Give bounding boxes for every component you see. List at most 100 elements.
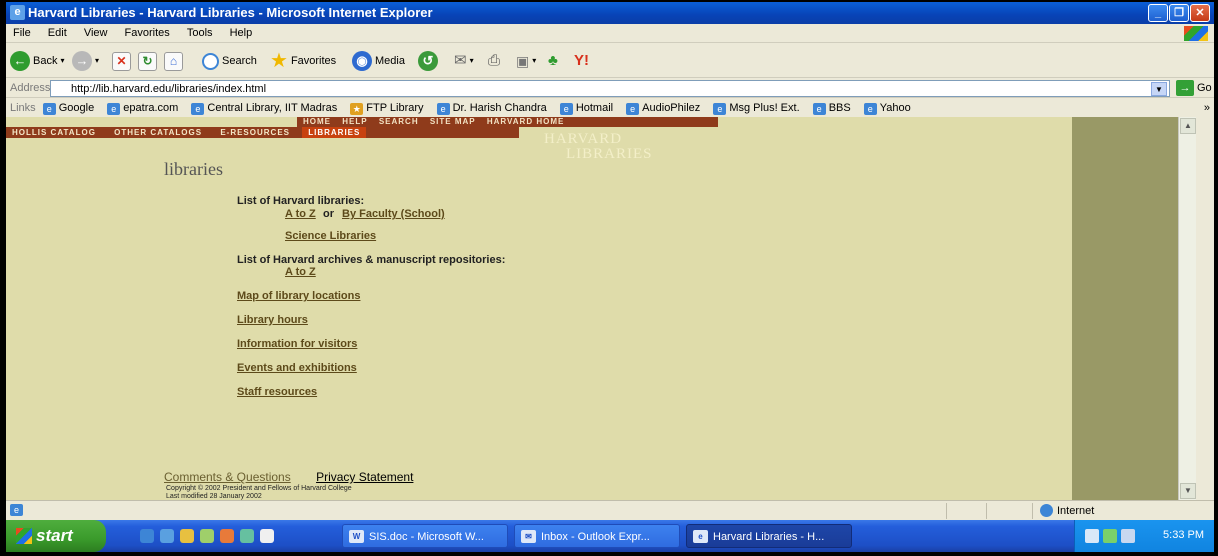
task-ie[interactable]: e Harvard Libraries - H... (686, 524, 852, 548)
archives-a-to-z-link[interactable]: A to Z (285, 266, 316, 278)
comments-link[interactable]: Comments & Questions (164, 470, 291, 484)
tray-network-icon[interactable] (1085, 529, 1099, 543)
close-button[interactable]: ✕ (1190, 4, 1210, 22)
quicklaunch-messenger-icon[interactable] (240, 529, 254, 543)
link-bbs[interactable]: e BBS (812, 99, 851, 117)
address-input[interactable] (50, 80, 1170, 97)
page-title: libraries (164, 159, 223, 179)
edit-button[interactable]: ▣ ▾ (516, 50, 536, 72)
scroll-up-icon[interactable]: ▲ (1180, 118, 1196, 134)
link-hotmail[interactable]: e Hotmail (559, 99, 613, 117)
scroll-down-icon[interactable]: ▼ (1180, 483, 1196, 499)
task-word[interactable]: W SIS.doc - Microsoft W... (342, 524, 508, 548)
tab-libraries[interactable]: LIBRARIES (302, 127, 367, 138)
address-dropdown-icon[interactable]: ▼ (1151, 82, 1167, 96)
security-zone: Internet (1040, 504, 1094, 517)
quicklaunch-acrobat-icon[interactable] (260, 529, 274, 543)
library-hours-link[interactable]: Library hours (237, 314, 308, 326)
link-audiophilez[interactable]: e AudioPhilez (626, 99, 700, 117)
menu-edit[interactable]: Edit (41, 24, 74, 43)
tab-hollis-catalog[interactable]: HOLLIS CATALOG (6, 127, 102, 138)
minimize-button[interactable]: _ (1148, 4, 1168, 22)
yahoo-messenger-button[interactable]: Y! (574, 50, 589, 72)
page-status-icon: e (10, 504, 23, 516)
menu-file[interactable]: File (6, 24, 38, 43)
more-links-button[interactable]: » (1204, 99, 1210, 117)
nav-help[interactable]: HELP (342, 117, 367, 127)
search-icon (202, 52, 219, 70)
link-epatra[interactable]: e epatra.com (107, 99, 178, 117)
link-ftp-library[interactable]: ★ FTP Library (350, 99, 424, 117)
last-modified-text: Last modified 28 January 2002 (166, 493, 262, 500)
quicklaunch-ie-icon[interactable] (140, 529, 154, 543)
tab-e-resources[interactable]: E-RESOURCES (214, 127, 296, 138)
globe-icon (1040, 504, 1053, 517)
maximize-button[interactable]: ❐ (1169, 4, 1189, 22)
start-button[interactable]: start (6, 520, 106, 552)
events-link[interactable]: Events and exhibitions (237, 362, 357, 374)
ie-link-icon: e (812, 103, 826, 115)
menu-view[interactable]: View (77, 24, 115, 43)
ie-link-icon: e (713, 103, 727, 115)
menu-tools[interactable]: Tools (180, 24, 220, 43)
tray-display-icon[interactable] (1121, 529, 1135, 543)
map-link[interactable]: Map of library locations (237, 290, 360, 302)
tray-messenger-icon[interactable] (1103, 529, 1117, 543)
menu-favorites[interactable]: Favorites (118, 24, 177, 43)
link-yahoo[interactable]: e Yahoo (863, 99, 911, 117)
privacy-link[interactable]: Privacy Statement (316, 470, 413, 484)
quicklaunch-outlook-icon[interactable] (160, 529, 174, 543)
ie-task-icon: e (693, 530, 708, 543)
quicklaunch-folder-icon[interactable] (180, 529, 194, 543)
edit-icon: ▣ (516, 53, 530, 69)
by-faculty-link[interactable]: By Faculty (School) (342, 208, 445, 220)
go-arrow-icon: → (1176, 80, 1194, 96)
window-title: Harvard Libraries - Harvard Libraries - … (28, 5, 433, 20)
search-button[interactable]: Search (202, 50, 257, 72)
nav-site-map[interactable]: SITE MAP (430, 117, 476, 127)
menu-help[interactable]: Help (223, 24, 260, 43)
staff-resources-link[interactable]: Staff resources (237, 386, 317, 398)
outlook-icon: ✉ (521, 530, 536, 543)
top-nav: HOME HELP SEARCH SITE MAP HARVARD HOME (297, 117, 718, 127)
visitors-info-link[interactable]: Information for visitors (237, 338, 357, 350)
history-icon: ↺ (418, 51, 438, 71)
copyright-text: Copyright © 2002 President and Fellows o… (166, 485, 352, 492)
science-libraries-link[interactable]: Science Libraries (285, 230, 376, 242)
nav-harvard-home[interactable]: HARVARD HOME (487, 117, 564, 127)
stop-icon: ✕ (112, 51, 131, 71)
back-button[interactable]: ← Back ▾ (10, 50, 64, 72)
print-button[interactable]: ⎙ (488, 50, 500, 72)
link-google[interactable]: e Google (42, 99, 94, 117)
tab-other-catalogs[interactable]: OTHER CATALOGS (108, 127, 208, 138)
nav-search[interactable]: SEARCH (379, 117, 419, 127)
stop-button[interactable]: ✕ (112, 50, 131, 72)
favorites-button[interactable]: ★ Favorites (270, 50, 336, 72)
libraries-a-to-z-link[interactable]: A to Z (285, 208, 316, 220)
link-central-library[interactable]: e Central Library, IIT Madras (191, 99, 337, 117)
footer-links: Comments & Questions Privacy Statement (164, 470, 413, 484)
history-button[interactable]: ↺ (418, 50, 438, 72)
mail-button[interactable]: ✉ ▾ (454, 50, 474, 72)
media-button[interactable]: ◉ Media (352, 50, 405, 72)
ie-app-icon: e (10, 5, 25, 20)
home-icon: ⌂ (164, 51, 183, 71)
links-label: Links (10, 102, 36, 114)
forward-button[interactable]: → ▾ (72, 50, 99, 72)
task-outlook[interactable]: ✉ Inbox - Outlook Expr... (514, 524, 680, 548)
address-label: Address (10, 82, 51, 94)
refresh-button[interactable]: ↻ (138, 50, 157, 72)
vertical-scrollbar[interactable]: ▲ ▼ (1178, 117, 1196, 500)
nav-home[interactable]: HOME (303, 117, 331, 127)
home-button[interactable]: ⌂ (164, 50, 183, 72)
link-harish-chandra[interactable]: e Dr. Harish Chandra (436, 99, 547, 117)
title-bar[interactable]: e Harvard Libraries - Harvard Libraries … (6, 2, 1214, 24)
link-msg-plus[interactable]: e Msg Plus! Ext. (713, 99, 800, 117)
quicklaunch-media-icon[interactable] (220, 529, 234, 543)
go-button[interactable]: → Go (1176, 80, 1212, 96)
mail-icon: ✉ (454, 52, 467, 69)
system-tray: 5:33 PM (1074, 520, 1214, 552)
messenger-button[interactable]: ♣ (548, 50, 558, 72)
forward-arrow-icon: → (72, 51, 92, 71)
quicklaunch-app-icon[interactable] (200, 529, 214, 543)
